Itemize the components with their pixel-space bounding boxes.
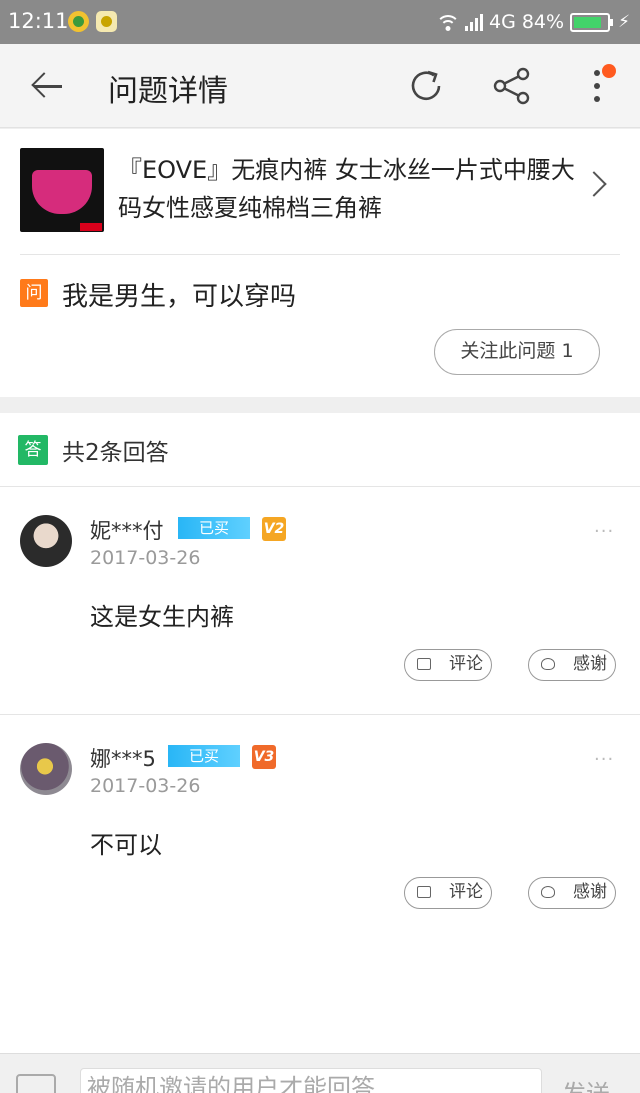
battery-icon [570,12,614,32]
app-notification-icon [96,11,117,32]
app-notification-icon [68,11,89,32]
answer-input[interactable]: 被随机邀请的用户才能回答 [80,1068,542,1093]
answer-badge: 答 [18,435,48,465]
wifi-icon [437,13,460,31]
question-card: 『EOVE』无痕内裤 女士冰丝一片式中腰大码女性感夏纯棉档三角裤 问 我是男生，… [0,129,640,397]
question-text: 我是男生，可以穿吗 [62,282,297,312]
more-vertical-icon[interactable] [588,64,616,106]
thanks-icon [541,886,555,898]
answer-item: 娜***5 已买 V3 2017-03-26 ··· 不可以 评论 感谢 [0,715,640,943]
arrow-left-icon[interactable] [30,70,66,102]
product-thumbnail[interactable] [20,148,104,232]
answer-input-bar: 被随机邀请的用户才能回答 发送 [0,1053,640,1093]
answer-count: 共2条回答 [62,440,169,466]
thanks-button[interactable]: 感谢 [528,649,616,681]
network-type: 4G [489,11,516,33]
status-indicators: 4G 84% ⚡ [437,9,630,35]
level-badge: V3 [252,745,276,769]
send-button[interactable]: 发送 [562,1074,610,1093]
comment-button[interactable]: 评论 [404,877,492,909]
answer-text: 这是女生内裤 [90,603,234,631]
answer-item: 妮***付 已买 V2 2017-03-26 ··· 这是女生内裤 评论 感谢 [0,487,640,715]
battery-percent: 84% [521,11,565,33]
charging-icon: ⚡ [618,12,630,32]
question-badge: 问 [20,279,48,307]
answer-date: 2017-03-26 [90,775,201,797]
status-bar: 12:11 4G 84% ⚡ [0,0,640,44]
chevron-right-icon[interactable] [581,171,607,197]
more-horizontal-icon[interactable]: ··· [594,521,614,542]
signal-icon [465,13,484,31]
comment-label: 评论 [449,654,483,674]
refresh-icon[interactable] [406,66,446,106]
answer-text: 不可以 [90,831,162,859]
app-header: 问题详情 [0,44,640,128]
thanks-label: 感谢 [573,654,607,674]
avatar[interactable] [20,743,72,795]
share-icon[interactable] [490,66,534,106]
thanks-button[interactable]: 感谢 [528,877,616,909]
avatar[interactable] [20,515,72,567]
more-horizontal-icon[interactable]: ··· [594,749,614,770]
comment-icon [417,658,431,670]
bought-badge: 已买 [168,745,240,767]
comment-label: 评论 [449,882,483,902]
bought-badge: 已买 [178,517,250,539]
image-icon[interactable] [16,1074,56,1093]
divider [20,254,620,255]
answer-date: 2017-03-26 [90,547,201,569]
thanks-label: 感谢 [573,882,607,902]
comment-icon [417,886,431,898]
notification-dot [602,64,616,78]
answer-username[interactable]: 娜***5 [90,743,156,773]
page-title: 问题详情 [108,74,228,109]
answers-header: 答 共2条回答 [0,413,640,487]
comment-button[interactable]: 评论 [404,649,492,681]
status-time: 12:11 [8,9,69,33]
product-title[interactable]: 『EOVE』无痕内裤 女士冰丝一片式中腰大码女性感夏纯棉档三角裤 [118,151,578,227]
follow-question-button[interactable]: 关注此问题 1 [434,329,600,375]
answer-username[interactable]: 妮***付 [90,515,164,545]
level-badge: V2 [262,517,286,541]
answers-section: 答 共2条回答 妮***付 已买 V2 2017-03-26 ··· 这是女生内… [0,413,640,1053]
thanks-icon [541,658,555,670]
